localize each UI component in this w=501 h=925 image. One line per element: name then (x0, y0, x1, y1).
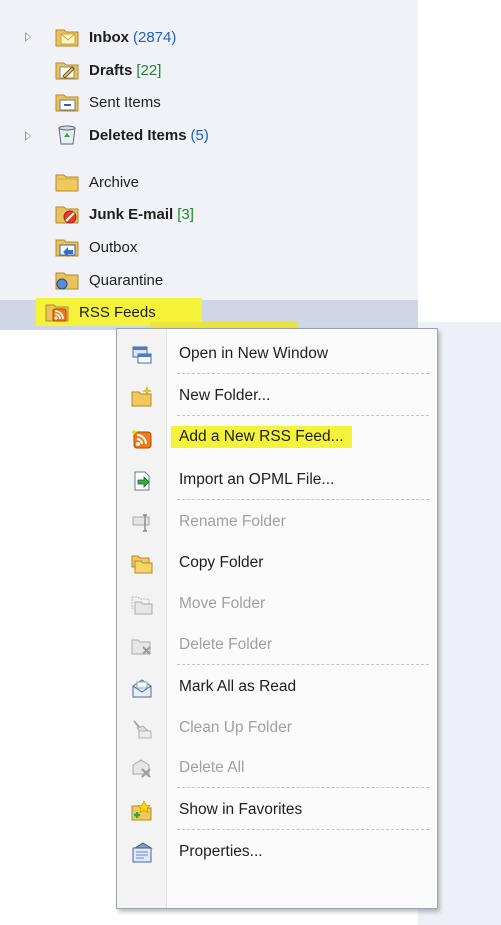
mark-all-read-icon (132, 679, 152, 698)
folder-label: Outbox (89, 238, 138, 256)
context-menu: Open in New Window New Folder... Add a N… (116, 328, 438, 909)
unread-count: (5) (190, 126, 209, 144)
menu-separator (177, 664, 429, 665)
add-rss-feed-icon (131, 429, 152, 449)
folder-outbox[interactable]: Outbox (55, 234, 137, 260)
menu-separator (177, 829, 429, 830)
menu-item-label: Rename Folder (179, 513, 286, 530)
rename-folder-icon (132, 514, 150, 532)
menu-item-label: Mark All as Read (179, 678, 297, 695)
folder-label: Quarantine (89, 271, 164, 289)
menu-item-show-in-favorites[interactable]: Show in Favorites (117, 793, 437, 827)
new-folder-icon (131, 386, 152, 407)
show-in-favorites-icon (131, 800, 152, 821)
menu-item-label: Import an OPML File... (179, 471, 335, 488)
menu-separator (177, 787, 429, 788)
sent-items-icon (55, 94, 79, 112)
menu-item-open-in-new-window[interactable]: Open in New Window (117, 337, 437, 371)
folder-label: Sent Items (89, 93, 161, 111)
folder-sent-items[interactable]: Sent Items (55, 89, 161, 115)
move-folder-icon (131, 596, 153, 615)
inbox-expand-arrow[interactable] (25, 32, 31, 42)
menu-item-delete-all[interactable]: Delete All (117, 751, 437, 785)
menu-separator (177, 373, 429, 374)
delete-all-icon (132, 759, 151, 778)
menu-item-new-folder[interactable]: New Folder... (117, 379, 437, 413)
menu-item-label: Copy Folder (179, 554, 264, 571)
properties-icon (132, 842, 153, 863)
folder-inbox[interactable]: Inbox (2874) (55, 24, 176, 50)
open-new-window-icon (132, 346, 152, 364)
menu-item-label: Delete All (179, 759, 245, 776)
folder-label: Drafts (89, 61, 133, 79)
menu-item-mark-all-as-read[interactable]: Mark All as Read (117, 670, 437, 704)
folder-label: RSS Feeds (79, 303, 156, 321)
folder-rss-feeds[interactable]: RSS Feeds (45, 299, 156, 325)
item-count: [3] (177, 205, 194, 223)
menu-item-label: Delete Folder (179, 636, 273, 653)
inbox-icon (55, 29, 79, 47)
deleted-items-expand-arrow[interactable] (25, 131, 31, 141)
import-opml-icon (134, 471, 150, 491)
menu-item-properties[interactable]: Properties... (117, 835, 437, 869)
drafts-icon (55, 62, 79, 80)
delete-folder-icon (131, 639, 151, 655)
folder-deleted-items[interactable]: Deleted Items (5) (55, 122, 209, 148)
menu-item-label: New Folder... (179, 387, 271, 404)
folder-label: Archive (89, 173, 140, 191)
folder-label: Deleted Items (89, 126, 187, 144)
deleted-items-icon (58, 125, 76, 145)
quarantine-folder-icon (55, 272, 79, 290)
folder-drafts[interactable]: Drafts [22] (55, 57, 161, 83)
unread-count: (2874) (133, 28, 177, 46)
menu-item-label: Move Folder (179, 595, 266, 612)
folder-label: Junk E-mail (89, 205, 174, 223)
folder-quarantine[interactable]: Quarantine (55, 267, 163, 293)
menu-item-label: Show in Favorites (179, 801, 303, 818)
copy-folder-icon (131, 555, 153, 574)
menu-item-label: Properties... (179, 843, 263, 860)
menu-item-add-new-rss-feed[interactable]: Add a New RSS Feed... (117, 421, 437, 455)
menu-separator (177, 499, 429, 500)
folder-archive[interactable]: Archive (55, 169, 139, 195)
menu-separator (177, 415, 429, 416)
menu-item-delete-folder[interactable]: Delete Folder (117, 628, 437, 662)
menu-item-label: Open in New Window (179, 345, 329, 362)
clean-up-folder-icon (133, 720, 152, 739)
menu-item-move-folder[interactable]: Move Folder (117, 587, 437, 621)
folder-junk-email[interactable]: Junk E-mail [3] (55, 201, 194, 227)
archive-folder-icon (55, 174, 79, 192)
junk-email-icon (55, 206, 79, 224)
menu-item-import-opml-file[interactable]: Import an OPML File... (117, 463, 437, 497)
folder-label: Inbox (89, 28, 129, 46)
menu-item-label: Clean Up Folder (179, 719, 292, 736)
rss-feeds-icon (45, 304, 69, 322)
menu-item-label: Add a New RSS Feed... (171, 426, 352, 448)
menu-item-clean-up-folder[interactable]: Clean Up Folder (117, 711, 437, 745)
menu-item-rename-folder[interactable]: Rename Folder (117, 505, 437, 539)
menu-item-copy-folder[interactable]: Copy Folder (117, 546, 437, 580)
item-count: [22] (136, 61, 162, 79)
outbox-icon (55, 239, 79, 257)
